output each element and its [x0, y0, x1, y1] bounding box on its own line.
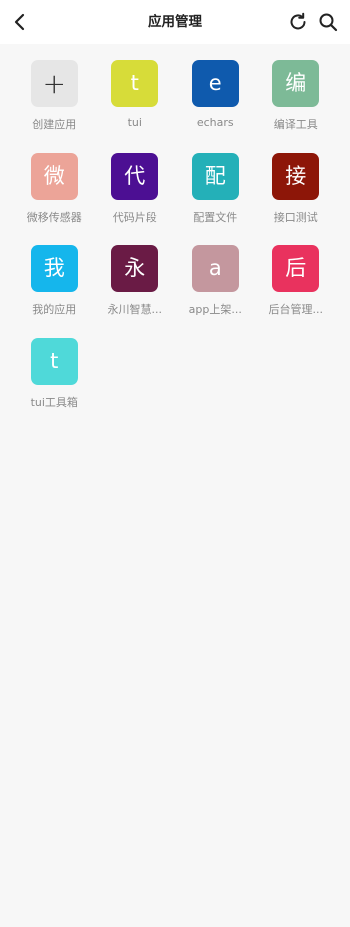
- app-icon: 配: [191, 152, 239, 200]
- app-icon: e: [191, 60, 239, 107]
- app-icon: 接: [272, 152, 320, 200]
- header-bar: 应用管理: [0, 0, 350, 44]
- app-label: 我的应用: [32, 303, 77, 316]
- app-label: 编译工具: [273, 118, 318, 131]
- app-item[interactable]: 配配置文件: [175, 152, 256, 246]
- app-item[interactable]: e echars: [175, 60, 256, 153]
- app-icon: 微: [30, 152, 78, 200]
- app-icon: 我: [30, 245, 78, 292]
- app-icon: t: [111, 60, 159, 107]
- app-item[interactable]: 编编译工具: [256, 60, 337, 153]
- app-item[interactable]: 永永川智慧...: [95, 245, 176, 338]
- app-label: 代码片段: [112, 210, 157, 224]
- app-item[interactable]: t tui工具箱: [14, 337, 95, 431]
- app-item[interactable]: a app上架...: [175, 245, 256, 338]
- create-app-button[interactable]: + 创建应用: [14, 60, 95, 153]
- app-item[interactable]: 接接口测试: [256, 152, 337, 246]
- app-grid: + 创建应用 t tui e echars 编编译工具微微移传感器代代码片段配配置文件接接口…: [14, 60, 336, 430]
- app-item[interactable]: 我我的应用: [14, 245, 95, 338]
- app-label: echars: [196, 116, 234, 129]
- app-item[interactable]: 微微移传感器: [14, 152, 95, 246]
- refresh-icon: [290, 12, 306, 30]
- search-icon: [319, 13, 338, 32]
- app-label: 后台管理...: [268, 303, 324, 316]
- app-label: app上架...: [188, 303, 242, 316]
- app-icon: 永: [111, 245, 159, 292]
- app-label: 创建应用: [32, 118, 77, 131]
- app-label: 接口测试: [273, 210, 318, 224]
- app-item[interactable]: 后后台管理...: [256, 245, 337, 338]
- app-icon: a: [191, 245, 239, 292]
- plus-icon: +: [30, 60, 78, 107]
- search-button[interactable]: [317, 11, 339, 33]
- app-icon: 后: [272, 245, 320, 292]
- app-label: tui: [127, 116, 142, 129]
- app-item[interactable]: 代代码片段: [95, 152, 176, 246]
- app-icon: t: [30, 337, 78, 385]
- app-label: tui工具箱: [30, 395, 78, 409]
- app-item[interactable]: t tui: [95, 60, 176, 153]
- app-icon: 编: [272, 60, 320, 107]
- refresh-button[interactable]: [287, 11, 309, 33]
- app-icon: 代: [111, 152, 159, 200]
- app-label: 永川智慧...: [107, 303, 163, 316]
- app-label: 配置文件: [193, 210, 238, 224]
- app-label: 微移传感器: [26, 210, 82, 224]
